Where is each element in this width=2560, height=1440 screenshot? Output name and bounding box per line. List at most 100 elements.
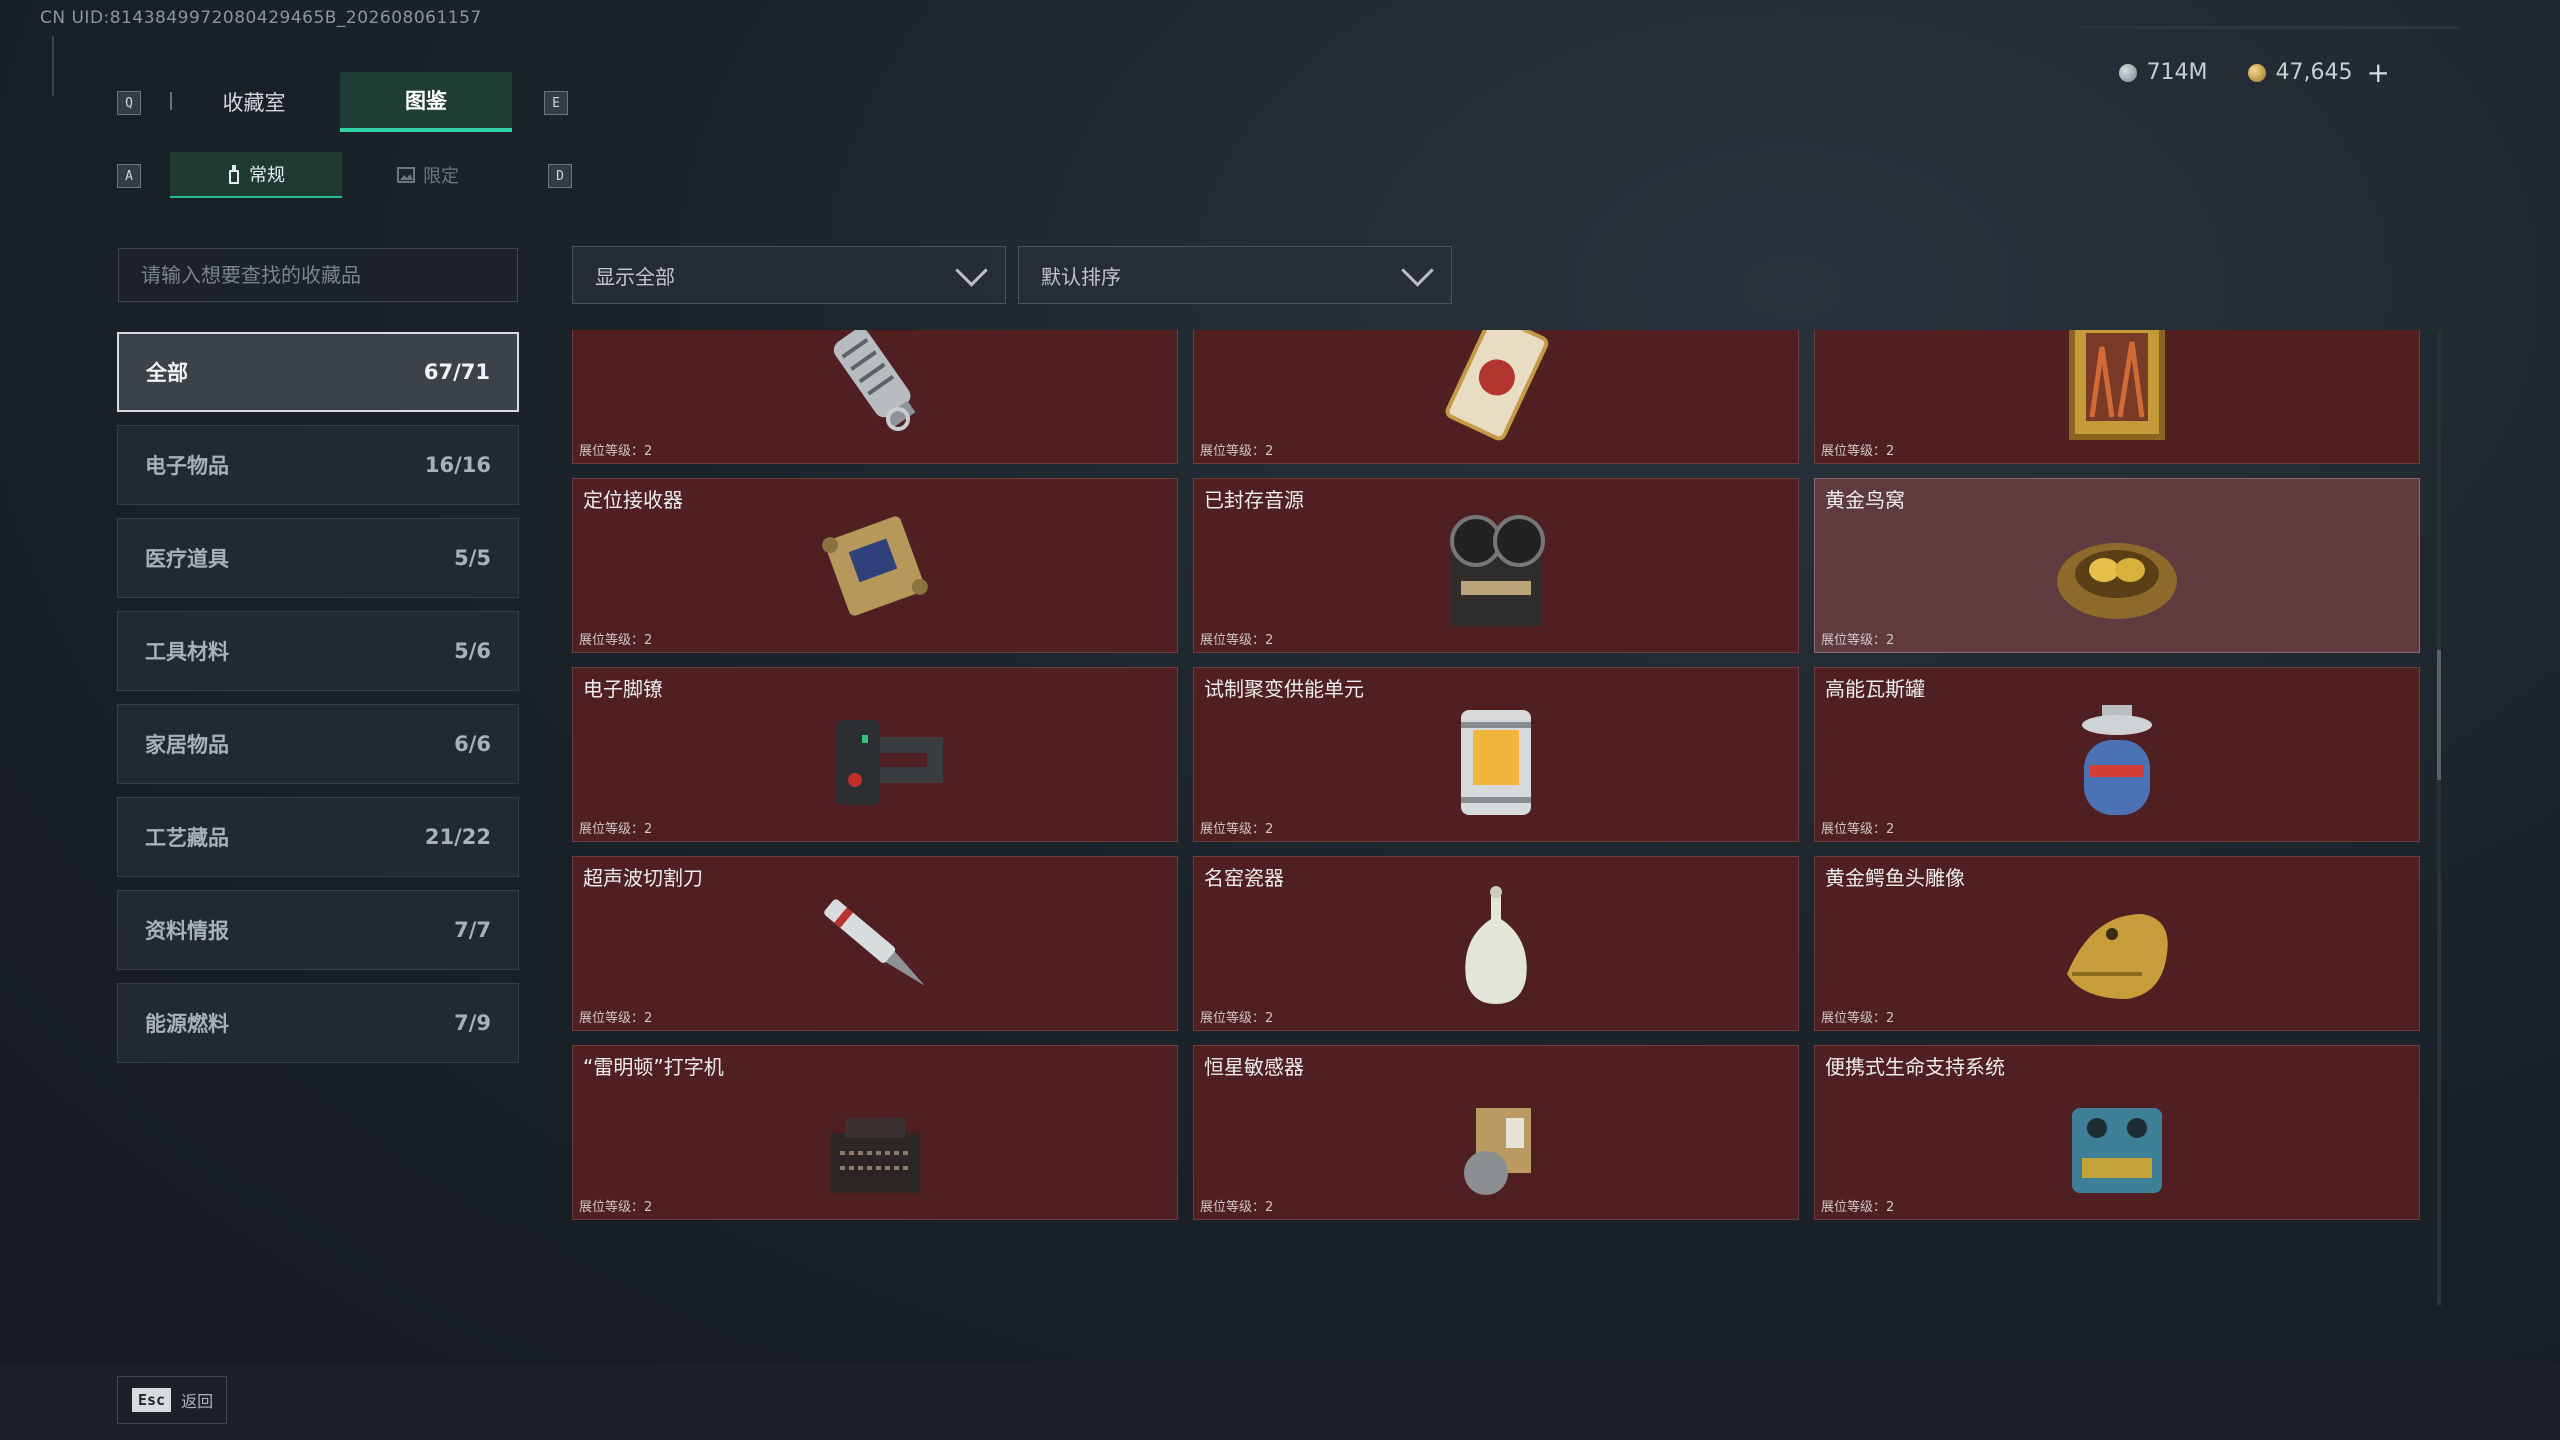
search-box[interactable] xyxy=(118,248,518,302)
category-medical[interactable]: 医疗道具 5/5 xyxy=(117,518,519,598)
item-name: 名窑瓷器 xyxy=(1204,866,1284,890)
category-household[interactable]: 家居物品 6/6 xyxy=(117,704,519,784)
item-name: 黄金鸟窝 xyxy=(1825,488,1905,512)
tab-collection-room[interactable]: 收藏室 xyxy=(168,72,340,132)
collection-item-card[interactable]: 电子脚镣 展位等级：2 xyxy=(572,667,1178,842)
corner-decoration xyxy=(52,36,64,96)
subtab-limited[interactable]: 限定 xyxy=(342,152,514,198)
data-drive-icon xyxy=(833,330,916,431)
item-name: 便携式生命支持系统 xyxy=(1825,1055,2005,1079)
category-intel[interactable]: 资料情报 7/7 xyxy=(117,890,519,970)
collection-item-card[interactable]: Alpha脑机实验数据-渡鸦展位等级：2 xyxy=(572,330,1178,464)
booth-level: 展位等级：2 xyxy=(1200,633,1274,648)
collection-item-card[interactable]: 黄金鳄鱼头雕像 展位等级：2 xyxy=(1814,856,2420,1031)
collection-item-card[interactable]: 便携式生命支持系统展位等级：2 xyxy=(1814,1045,2420,1220)
category-label: 家居物品 xyxy=(145,733,229,757)
item-name: 试制聚变供能单元 xyxy=(1204,677,1364,701)
booth-level: 展位等级：2 xyxy=(1200,444,1274,459)
main-tabs: 收藏室 图鉴 xyxy=(168,72,512,132)
chevron-down-icon xyxy=(955,253,988,287)
category-energy[interactable]: 能源燃料 7/9 xyxy=(117,983,519,1063)
item-name: 高能瓦斯罐 xyxy=(1825,677,1925,701)
booth-level: 展位等级：2 xyxy=(579,1200,653,1215)
category-label: 工艺藏品 xyxy=(145,826,229,850)
item-name: 恒星敏感器 xyxy=(1204,1055,1304,1079)
subtab-regular[interactable]: 常规 xyxy=(170,152,342,198)
collection-grid: 展位等级：2 展位等级：2 展位等级：2 Alpha脑机实验数据-渡鸦展位等级：2鎏金… xyxy=(572,330,2420,1220)
gold-amount: 47,645 xyxy=(2275,60,2353,85)
category-count: 5/5 xyxy=(454,546,491,570)
collection-item-card[interactable]: 名窑瓷器展位等级：2 xyxy=(1193,856,1799,1031)
collection-item-card[interactable]: 超声波切割刀 展位等级：2 xyxy=(572,856,1178,1031)
booth-level: 展位等级：2 xyxy=(579,1011,653,1026)
category-count: 21/22 xyxy=(424,825,491,849)
booth-level: 展位等级：2 xyxy=(1821,633,1895,648)
item-name: 定位接收器 xyxy=(583,488,683,512)
booth-level: 展位等级：2 xyxy=(1821,1200,1895,1215)
collection-item-card[interactable]: 印象派名画展位等级：2 xyxy=(1814,330,2420,464)
search-input[interactable] xyxy=(139,262,497,288)
collection-item-card[interactable]: 黄金鸟窝展位等级：2 xyxy=(1814,478,2420,653)
sub-tabs: 常规 限定 xyxy=(170,152,514,198)
category-count: 67/71 xyxy=(423,360,490,384)
display-filter-dropdown[interactable]: 显示全部 xyxy=(572,246,1006,304)
item-name: 电子脚镣 xyxy=(583,677,663,701)
silver-currency: 714M xyxy=(2118,60,2208,85)
display-filter-value: 显示全部 xyxy=(595,264,675,289)
category-count: 5/6 xyxy=(454,639,491,663)
tape-recorder-icon xyxy=(1450,514,1545,626)
back-label: 返回 xyxy=(181,1392,214,1411)
gold-currency: 47,645 + xyxy=(2247,56,2390,89)
category-all[interactable]: 全部 67/71 xyxy=(117,332,519,412)
category-count: 7/7 xyxy=(454,918,491,942)
key-a-hint[interactable]: A xyxy=(117,164,141,188)
ankle-monitor-icon xyxy=(835,719,943,805)
booth-level: 展位等级：2 xyxy=(1200,822,1274,837)
category-label: 能源燃料 xyxy=(145,1012,229,1036)
collection-grid-viewport[interactable]: 展位等级：2 展位等级：2 展位等级：2 Alpha脑机实验数据-渡鸦展位等级：2鎏金… xyxy=(572,330,2424,1306)
locator-receiver-icon xyxy=(822,515,928,616)
silver-amount: 714M xyxy=(2146,60,2208,85)
esc-key-hint: Esc xyxy=(132,1388,172,1412)
top-divider xyxy=(2080,26,2460,29)
collection-item-card[interactable]: 鎏金卡牌展位等级：2 xyxy=(1193,330,1799,464)
life-support-icon xyxy=(2072,1107,2162,1193)
collection-item-card[interactable]: 定位接收器 展位等级：2 xyxy=(572,478,1178,653)
typewriter-icon xyxy=(830,1117,920,1193)
collection-item-card[interactable]: 恒星敏感器展位等级：2 xyxy=(1193,1045,1799,1220)
collection-item-card[interactable]: 高能瓦斯罐 展位等级：2 xyxy=(1814,667,2420,842)
scrollbar-thumb[interactable] xyxy=(2437,650,2441,780)
key-e-hint[interactable]: E xyxy=(544,91,568,115)
currency-bar: 714M 47,645 + xyxy=(2118,56,2390,89)
category-count: 6/6 xyxy=(454,732,491,756)
ultrasonic-knife-icon xyxy=(824,898,925,986)
subtab-limited-label: 限定 xyxy=(423,166,459,187)
key-q-hint[interactable]: Q xyxy=(117,91,141,115)
chevron-down-icon xyxy=(1401,253,1434,287)
back-button[interactable]: Esc 返回 xyxy=(117,1376,227,1424)
scrollbar-track[interactable] xyxy=(2437,330,2441,1306)
booth-level: 展位等级：2 xyxy=(1200,1200,1274,1215)
key-d-hint[interactable]: D xyxy=(548,164,572,188)
add-currency-button[interactable]: + xyxy=(2367,56,2390,89)
category-label: 电子物品 xyxy=(145,454,229,478)
bottom-bar xyxy=(0,1364,2560,1440)
collection-item-card[interactable]: 试制聚变供能单元展位等级：2 xyxy=(1193,667,1799,842)
tab-codex[interactable]: 图鉴 xyxy=(340,72,512,132)
category-list: 全部 67/71 电子物品 16/16 医疗道具 5/5 工具材料 5/6 家居… xyxy=(117,332,519,1076)
golden-nest-icon xyxy=(2057,542,2177,619)
category-label: 工具材料 xyxy=(145,640,229,664)
gold-coin-icon xyxy=(2247,63,2266,82)
gas-canister-icon xyxy=(2082,704,2152,815)
sort-dropdown[interactable]: 默认排序 xyxy=(1018,246,1452,304)
category-crafts[interactable]: 工艺藏品 21/22 xyxy=(117,797,519,877)
item-name: “雷明顿”打字机 xyxy=(583,1055,724,1079)
category-count: 7/9 xyxy=(454,1011,491,1035)
category-label: 全部 xyxy=(146,361,188,385)
collection-item-card[interactable]: “雷明顿”打字机展位等级：2 xyxy=(572,1045,1178,1220)
gilded-card-icon xyxy=(1445,330,1549,440)
category-electronics[interactable]: 电子物品 16/16 xyxy=(117,425,519,505)
collection-item-card[interactable]: 已封存音源 展位等级：2 xyxy=(1193,478,1799,653)
booth-level: 展位等级：2 xyxy=(1200,1011,1274,1026)
category-tools[interactable]: 工具材料 5/6 xyxy=(117,611,519,691)
